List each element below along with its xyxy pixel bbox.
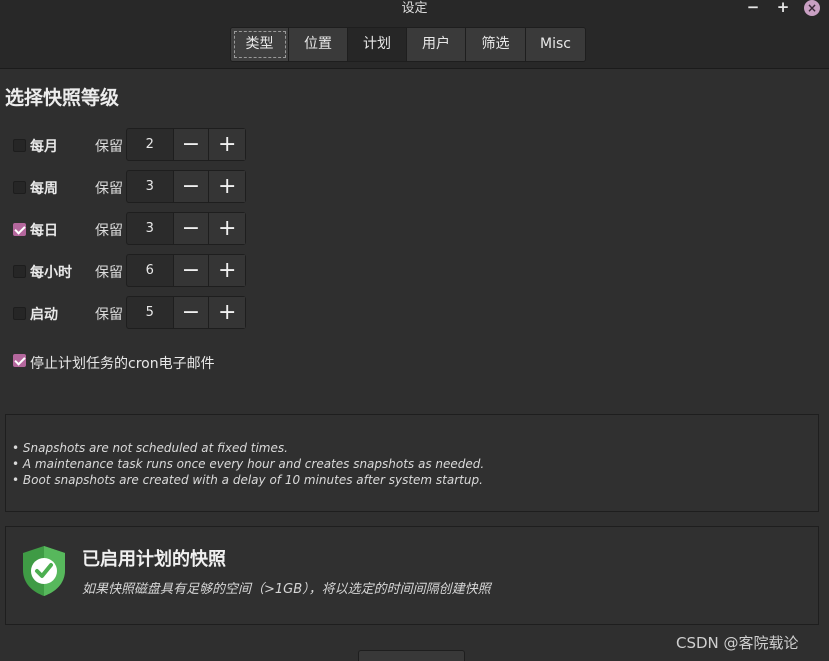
daily-label: 每日	[30, 223, 58, 239]
cron-email-label: 停止计划任务的cron电子邮件	[30, 356, 215, 372]
daily-keep-stepper: 3 − +	[126, 212, 246, 245]
schedule-row-monthly: 每月 保留 2 − +	[0, 128, 300, 162]
minus-icon[interactable]: −	[173, 129, 210, 160]
cron-email-checkbox[interactable]	[13, 354, 26, 367]
hourly-keep-stepper: 6 − +	[126, 254, 246, 287]
boot-checkbox[interactable]	[13, 307, 26, 320]
tab-location[interactable]: 位置	[289, 28, 348, 61]
hourly-keep-input[interactable]: 6	[127, 255, 174, 286]
status-subtitle: 如果快照磁盘具有足够的空间（>1GB），将以选定的时间间隔创建快照	[82, 582, 491, 597]
tab-bar: 类型 位置 计划 用户 筛选 Misc	[230, 27, 586, 62]
minus-icon[interactable]: −	[173, 171, 210, 202]
hourly-checkbox[interactable]	[13, 265, 26, 278]
monthly-keep-input[interactable]: 2	[127, 129, 174, 160]
maximize-button[interactable]: +	[774, 0, 792, 16]
watermark: CSDN @客院载论	[676, 634, 799, 652]
status-panel: 已启用计划的快照 如果快照磁盘具有足够的空间（>1GB），将以选定的时间间隔创建…	[5, 526, 819, 625]
keep-label: 保留	[95, 139, 123, 155]
header-bar: 设定 − + × 类型 位置 计划 用户 筛选 Misc	[0, 0, 829, 69]
weekly-checkbox[interactable]	[13, 181, 26, 194]
close-dialog-button[interactable]	[358, 650, 465, 661]
plus-icon[interactable]: +	[209, 171, 245, 202]
status-title: 已启用计划的快照	[82, 549, 226, 570]
info-line: • Boot snapshots are created with a dela…	[12, 473, 483, 487]
minus-icon[interactable]: −	[173, 213, 210, 244]
boot-label: 启动	[30, 307, 58, 323]
info-line: • Snapshots are not scheduled at fixed t…	[12, 441, 288, 455]
keep-label: 保留	[95, 265, 123, 281]
tab-schedule[interactable]: 计划	[348, 28, 407, 61]
weekly-keep-stepper: 3 − +	[126, 170, 246, 203]
weekly-keep-input[interactable]: 3	[127, 171, 174, 202]
minimize-button[interactable]: −	[744, 0, 762, 16]
shield-check-icon	[23, 546, 65, 596]
keep-label: 保留	[95, 223, 123, 239]
boot-keep-stepper: 5 − +	[126, 296, 246, 329]
close-button[interactable]: ×	[804, 0, 820, 16]
schedule-heading: 选择快照等级	[5, 87, 120, 109]
schedule-row-boot: 启动 保留 5 − +	[0, 296, 300, 330]
info-line: • A maintenance task runs once every hou…	[12, 457, 485, 471]
plus-icon[interactable]: +	[209, 213, 245, 244]
plus-icon[interactable]: +	[209, 255, 245, 286]
info-panel: • Snapshots are not scheduled at fixed t…	[5, 414, 819, 512]
plus-icon[interactable]: +	[209, 129, 245, 160]
tab-users[interactable]: 用户	[407, 28, 466, 61]
keep-label: 保留	[95, 181, 123, 197]
boot-keep-input[interactable]: 5	[127, 297, 174, 328]
monthly-keep-stepper: 2 − +	[126, 128, 246, 161]
window-title: 设定	[401, 1, 428, 16]
monthly-label: 每月	[30, 139, 58, 155]
tab-filters[interactable]: 筛选	[466, 28, 526, 61]
schedule-row-weekly: 每周 保留 3 − +	[0, 170, 300, 204]
minus-icon[interactable]: −	[173, 255, 210, 286]
cron-email-row: 停止计划任务的cron电子邮件	[0, 352, 400, 374]
settings-window: 设定 − + × 类型 位置 计划 用户 筛选 Misc 选择快照等级 每月 保…	[0, 0, 829, 661]
hourly-label: 每小时	[30, 265, 72, 281]
daily-checkbox[interactable]	[13, 223, 26, 236]
plus-icon[interactable]: +	[209, 297, 245, 328]
schedule-row-hourly: 每小时 保留 6 − +	[0, 254, 300, 288]
tab-misc[interactable]: Misc	[526, 28, 585, 61]
tab-type[interactable]: 类型	[231, 28, 289, 61]
monthly-checkbox[interactable]	[13, 139, 26, 152]
daily-keep-input[interactable]: 3	[127, 213, 174, 244]
minus-icon[interactable]: −	[173, 297, 210, 328]
weekly-label: 每周	[30, 181, 58, 197]
keep-label: 保留	[95, 307, 123, 323]
schedule-row-daily: 每日 保留 3 − +	[0, 212, 300, 246]
